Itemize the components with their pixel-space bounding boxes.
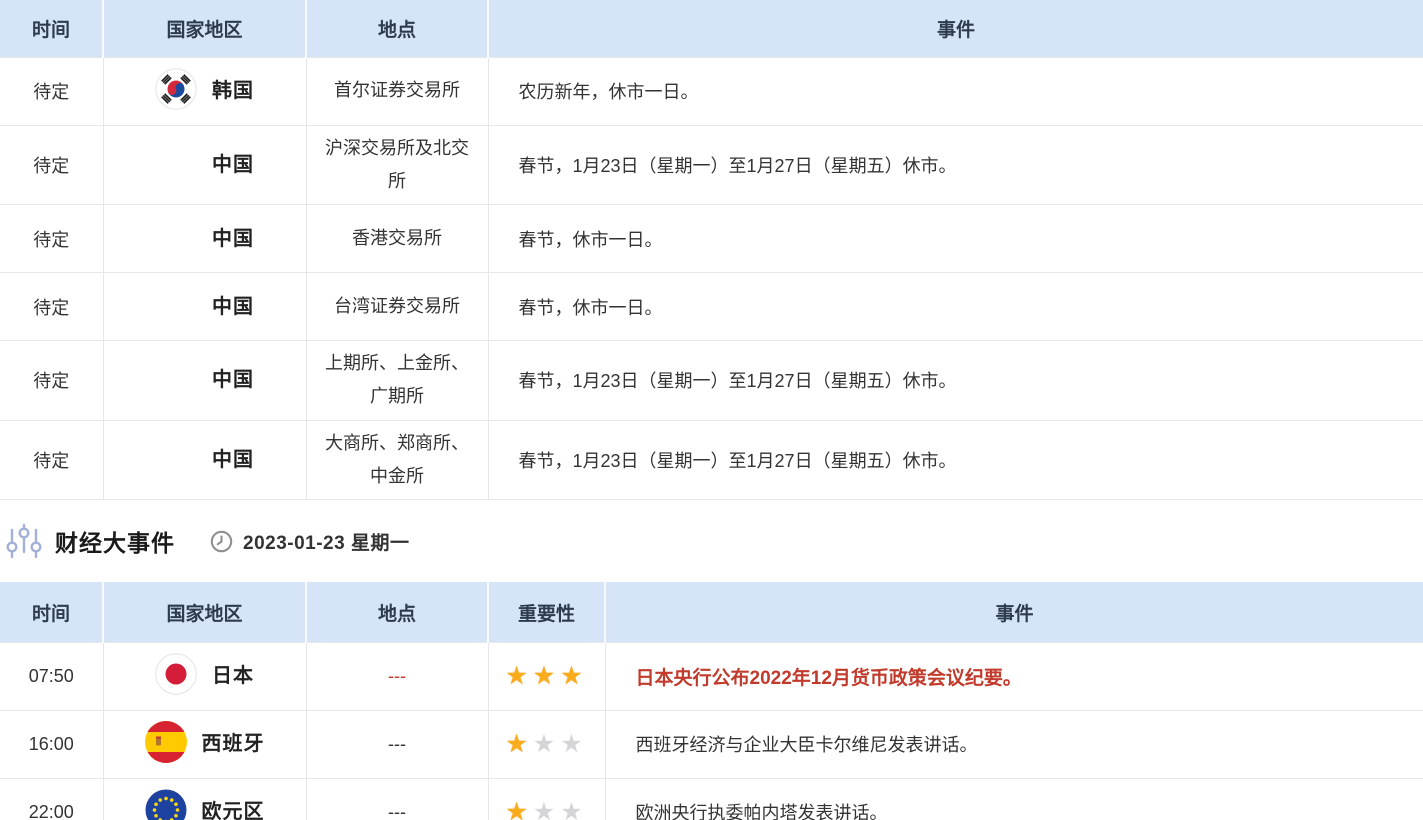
event-cell: 欧洲央行执委帕内塔发表讲话。: [605, 778, 1423, 820]
time-cell: 待定: [0, 125, 103, 205]
location-cell: 香港交易所: [306, 205, 488, 273]
column-header: 国家地区: [103, 0, 306, 57]
time-cell: 07:50: [0, 642, 103, 710]
country-cell: 中国: [103, 125, 306, 205]
event-row: 07:50 日本---★★★日本央行公布2022年12月货币政策会议纪要。: [0, 642, 1423, 710]
importance-stars: ★★★: [488, 642, 605, 710]
event-row: 16:00 西班牙---★★★西班牙经济与企业大臣卡尔维尼发表讲话。: [0, 710, 1423, 778]
location-cell: 沪深交易所及北交所: [306, 125, 488, 205]
column-header: 国家地区: [103, 582, 306, 642]
economic-calendar-page: 时间国家地区地点事件 待定 韩国首尔证券交易所农历新年，休市一日。待定中国沪深交…: [0, 0, 1423, 820]
event-cell: 春节，1月23日（星期一）至1月27日（星期五）休市。: [488, 341, 1423, 421]
country-cell: 中国: [103, 341, 306, 421]
star-icon: ★: [533, 730, 560, 758]
clock-icon: [209, 529, 234, 554]
eu-flag-icon: [145, 789, 187, 820]
time-cell: 待定: [0, 205, 103, 273]
country-name: 中国: [212, 148, 254, 177]
holiday-row: 待定 中国 台湾证券交易所春节，休市一日。: [0, 273, 1423, 341]
section-date: 2023-01-23 星期一: [243, 528, 409, 555]
country-name: 中国: [212, 290, 254, 319]
country-name: 中国: [212, 363, 254, 392]
country-cell: 西班牙: [103, 710, 306, 778]
column-header: 地点: [306, 0, 488, 57]
event-cell: 农历新年，休市一日。: [488, 57, 1423, 125]
column-header: 重要性: [488, 582, 605, 642]
filter-sliders-icon: [6, 521, 42, 561]
event-cell: 春节，1月23日（星期一）至1月27日（星期五）休市。: [488, 420, 1423, 500]
holiday-row: 待定 中国 香港交易所春节，休市一日。: [0, 205, 1423, 273]
star-icon: ★: [505, 798, 532, 820]
holiday-row: 待定 中国 沪深交易所及北交所春节，1月23日（星期一）至1月27日（星期五）休市。: [0, 125, 1423, 205]
event-cell: 西班牙经济与企业大臣卡尔维尼发表讲话。: [605, 710, 1423, 778]
event-row: 22:00 欧元区---★★★欧洲央行执委帕内塔发表讲话。: [0, 778, 1423, 820]
country-name: 西班牙: [202, 727, 265, 756]
location-cell: ---: [306, 710, 488, 778]
time-cell: 待定: [0, 57, 103, 125]
holiday-table-header-row: 时间国家地区地点事件: [0, 0, 1423, 57]
event-cell: 春节，1月23日（星期一）至1月27日（星期五）休市。: [488, 125, 1423, 205]
time-cell: 22:00: [0, 778, 103, 820]
south-korea-flag-icon: [155, 68, 197, 110]
column-header: 事件: [605, 582, 1423, 642]
event-cell: 日本央行公布2022年12月货币政策会议纪要。: [605, 642, 1423, 710]
country-name: 中国: [212, 222, 254, 251]
importance-stars: ★★★: [488, 710, 605, 778]
location-cell: ---: [306, 642, 488, 710]
country-cell: 欧元区: [103, 778, 306, 820]
star-icon: ★: [505, 730, 532, 758]
country-cell: 韩国: [103, 57, 306, 125]
holiday-row: 待定 中国 大商所、郑商所、中金所春节，1月23日（星期一）至1月27日（星期五）休…: [0, 420, 1423, 500]
holiday-row: 待定 韩国 首尔证券交易所农历新年，休市一日。: [0, 57, 1423, 125]
location-cell: 台湾证券交易所: [306, 273, 488, 341]
section-title: 财经大事件: [55, 524, 175, 558]
country-name: 韩国: [212, 74, 254, 103]
star-icon: ★: [533, 662, 560, 690]
star-icon: ★: [505, 662, 532, 690]
event-cell: 春节，休市一日。: [488, 205, 1423, 273]
spain-flag-icon: [145, 721, 187, 763]
star-icon: ★: [533, 798, 560, 820]
column-header: 时间: [0, 0, 103, 57]
location-cell: 上期所、上金所、广期所: [306, 341, 488, 421]
star-icon: ★: [560, 730, 587, 758]
japan-flag-icon: [155, 653, 197, 695]
star-icon: ★: [560, 662, 587, 690]
importance-stars: ★★★: [488, 778, 605, 820]
holiday-row: 待定 中国 上期所、上金所、广期所春节，1月23日（星期一）至1月27日（星期五）休…: [0, 341, 1423, 421]
events-table-header-row: 时间国家地区地点重要性事件: [0, 582, 1423, 642]
country-cell: 中国: [103, 205, 306, 273]
holiday-table: 时间国家地区地点事件 待定 韩国首尔证券交易所农历新年，休市一日。待定中国沪深交…: [0, 0, 1423, 500]
event-cell: 春节，休市一日。: [488, 273, 1423, 341]
location-cell: 首尔证券交易所: [306, 57, 488, 125]
country-cell: 日本: [103, 642, 306, 710]
country-name: 日本: [212, 659, 254, 688]
column-header: 时间: [0, 582, 103, 642]
country-cell: 中国: [103, 420, 306, 500]
star-icon: ★: [560, 798, 587, 820]
time-cell: 待定: [0, 273, 103, 341]
country-name: 中国: [212, 443, 254, 472]
events-table: 时间国家地区地点重要性事件 07:50 日本---★★★日本央行公布2022年1…: [0, 582, 1423, 820]
country-cell: 中国: [103, 273, 306, 341]
column-header: 地点: [306, 582, 488, 642]
time-cell: 16:00: [0, 710, 103, 778]
country-name: 欧元区: [202, 795, 265, 820]
time-cell: 待定: [0, 420, 103, 500]
section-header: 财经大事件 2023-01-23 星期一: [0, 500, 1423, 582]
time-cell: 待定: [0, 341, 103, 421]
location-cell: ---: [306, 778, 488, 820]
column-header: 事件: [488, 0, 1423, 57]
location-cell: 大商所、郑商所、中金所: [306, 420, 488, 500]
